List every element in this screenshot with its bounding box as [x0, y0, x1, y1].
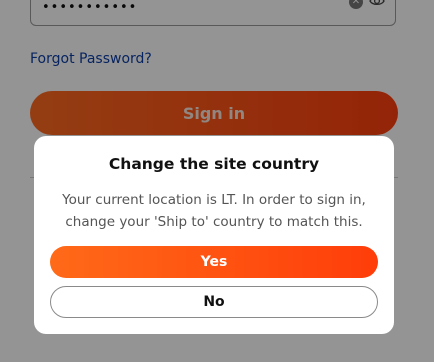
no-button[interactable]: No	[50, 286, 378, 318]
yes-button[interactable]: Yes	[50, 246, 378, 278]
change-country-dialog: Change the site country Your current loc…	[34, 136, 394, 334]
dialog-title: Change the site country	[108, 155, 320, 173]
dialog-message-line-1: Your current location is LT. In order to…	[62, 192, 366, 208]
dialog-message-line-2: change your 'Ship to' country to match t…	[65, 214, 363, 230]
dialog-message: Your current location is LT. In order to…	[54, 189, 374, 233]
